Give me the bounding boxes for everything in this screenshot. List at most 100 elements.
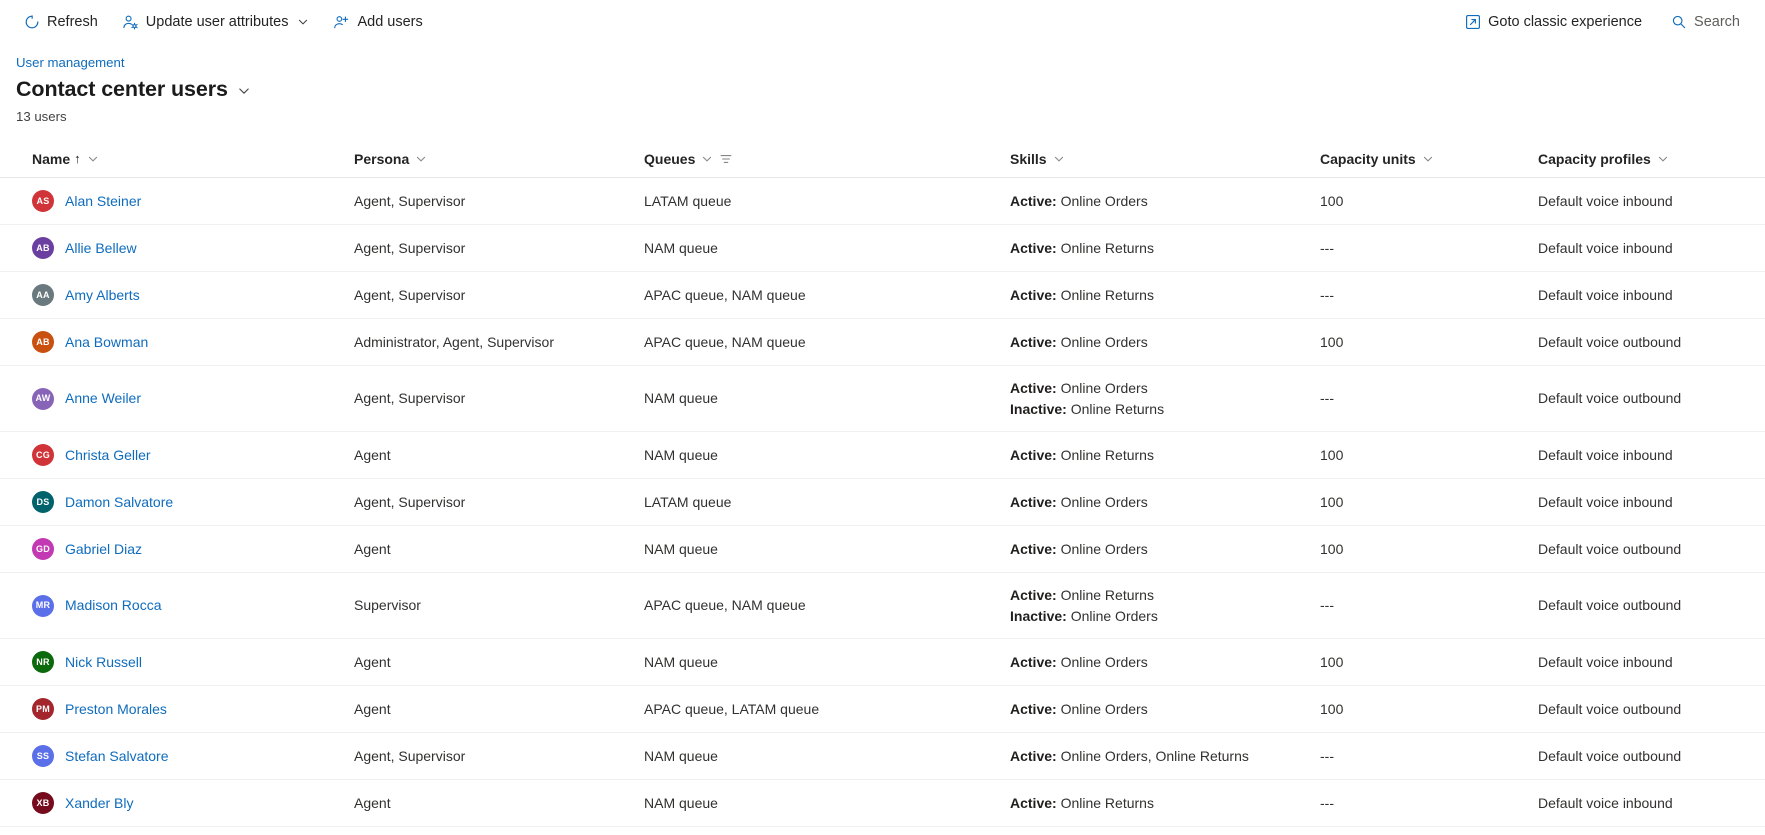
cell-capacity-units: 100 [1320,319,1538,365]
capacity-profiles-value: Default voice inbound [1538,493,1673,510]
cell-queues: NAM queue [644,366,1010,431]
cell-persona: Agent [354,526,644,572]
avatar: AA [32,284,54,306]
persona-value: Agent [354,653,391,670]
table-row[interactable]: SS Stefan Salvatore Agent, Supervisor NAM q… [0,733,1765,780]
queues-value: NAM queue [644,239,718,256]
queues-value: LATAM queue [644,493,732,510]
skill-line: Active: Online Returns [1010,286,1154,305]
cell-persona: Agent [354,780,644,826]
skill-line: Active: Online Returns [1010,586,1158,605]
table-row[interactable]: NR Nick Russell Agent NAM queue Active: Onli… [0,639,1765,686]
user-name-link[interactable]: Amy Alberts [65,286,140,305]
column-header-skills-label: Skills [1010,150,1047,167]
column-header-capacity-units[interactable]: Capacity units [1320,151,1538,167]
user-name-link[interactable]: Allie Bellew [65,239,137,258]
user-name-link[interactable]: Alan Steiner [65,192,141,211]
avatar: AW [32,387,54,410]
avatar: CG [32,444,54,466]
table-row[interactable]: MR Madison Rocca Supervisor APAC queue, NAM… [0,573,1765,639]
persona-value: Agent [354,794,391,811]
user-name-link[interactable]: Damon Salvatore [65,493,173,512]
cell-queues: NAM queue [644,733,1010,779]
cell-skills: Active: Online Orders, Online Returns [1010,733,1320,779]
table-row[interactable]: XB Xander Bly Agent NAM queue Active: Online… [0,780,1765,827]
column-header-queues[interactable]: Queues [644,151,1010,167]
table-row[interactable]: AB Ana Bowman Administrator, Agent, Superv… [0,319,1765,366]
capacity-profiles-value: Default voice outbound [1538,597,1682,613]
column-header-name[interactable]: Name ↑ [32,151,354,167]
table-row[interactable]: AA Amy Alberts Agent, Supervisor APAC queue… [0,272,1765,319]
add-users-button[interactable]: Add users [324,6,431,38]
update-user-attributes-button[interactable]: Update user attributes [113,6,319,38]
skills-block: Active: Online Orders [1010,192,1148,211]
table-row[interactable]: DS Damon Salvatore Agent, Supervisor LATAM … [0,479,1765,526]
user-name-link[interactable]: Xander Bly [65,794,133,813]
chevron-down-icon[interactable] [297,16,309,28]
title-chevron-down-icon[interactable] [237,80,251,98]
table-row[interactable]: AB Allie Bellew Agent, Supervisor NAM queue… [0,225,1765,272]
chevron-down-icon[interactable] [87,153,99,165]
column-header-skills[interactable]: Skills [1010,151,1320,167]
goto-classic-experience-button[interactable]: Goto classic experience [1455,6,1651,38]
avatar: NR [32,651,54,673]
cell-capacity-profiles: Default voice outbound [1538,319,1765,365]
user-name-link[interactable]: Madison Rocca [65,596,162,615]
users-table: Name ↑ Persona Queues Skills Capacity un… [0,140,1765,827]
column-header-persona[interactable]: Persona [354,151,644,167]
user-name-link[interactable]: Nick Russell [65,653,142,672]
capacity-profiles-value: Default voice inbound [1538,239,1673,256]
chevron-down-icon[interactable] [1053,153,1065,165]
skills-block: Active: Online Returns [1010,794,1154,813]
column-header-capacity-units-label: Capacity units [1320,150,1416,167]
capacity-profiles-value: Default voice outbound [1538,540,1682,557]
table-row[interactable]: AS Alan Steiner Agent, Supervisor LATAM que… [0,178,1765,225]
table-row[interactable]: CG Christa Geller Agent NAM queue Active: On… [0,432,1765,479]
skill-value: Online Orders [1060,493,1148,510]
cell-name: AW Anne Weiler [32,366,354,431]
user-name-link[interactable]: Christa Geller [65,446,151,465]
cell-persona: Agent, Supervisor [354,479,644,525]
cell-skills: Active: Online Returns [1010,432,1320,478]
breadcrumb[interactable]: User management [16,54,124,72]
chevron-down-icon[interactable] [1657,153,1669,165]
skill-state: Active: [1010,540,1057,557]
skill-value: Online Orders [1060,379,1148,396]
cell-queues: LATAM queue [644,479,1010,525]
user-settings-icon [122,14,139,31]
avatar: XB [32,792,54,814]
skill-line: Active: Online Orders [1010,540,1148,559]
cell-name: AB Ana Bowman [32,319,354,365]
column-header-capacity-profiles[interactable]: Capacity profiles [1538,151,1765,167]
column-header-name-label: Name [32,150,71,167]
table-row[interactable]: AW Anne Weiler Agent, Supervisor NAM queue A… [0,366,1765,432]
table-row[interactable]: PM Preston Morales Agent APAC queue, LATAM … [0,686,1765,733]
open-external-icon [1464,14,1481,31]
table-row[interactable]: GD Gabriel Diaz Agent NAM queue Active: Onli… [0,526,1765,573]
skill-line: Active: Online Returns [1010,446,1154,465]
user-name-link[interactable]: Anne Weiler [65,389,141,408]
chevron-down-icon[interactable] [1422,153,1434,165]
user-name-link[interactable]: Preston Morales [65,700,167,719]
skill-state: Active: [1010,239,1057,256]
user-name-link[interactable]: Stefan Salvatore [65,747,169,766]
cell-skills: Active: Online Orders [1010,178,1320,224]
filter-icon[interactable] [719,152,733,166]
queues-value: NAM queue [644,446,718,463]
chevron-down-icon[interactable] [701,153,713,165]
user-name-link[interactable]: Ana Bowman [65,333,148,352]
cell-queues: APAC queue, NAM queue [644,319,1010,365]
cell-skills: Active: Online Orders [1010,479,1320,525]
chevron-down-icon[interactable] [415,153,427,165]
persona-value: Agent, Supervisor [354,192,466,209]
queues-value: APAC queue, NAM queue [644,333,806,350]
search-label: Search [1694,14,1740,30]
user-name-link[interactable]: Gabriel Diaz [65,540,142,559]
refresh-button[interactable]: Refresh [14,6,107,38]
skill-value: Online Returns [1060,586,1154,603]
cell-queues: NAM queue [644,526,1010,572]
skill-value: Online Returns [1060,286,1154,303]
cell-skills: Active: Online Orders Inactive: Online Re… [1010,366,1320,431]
cell-capacity-profiles: Default voice inbound [1538,225,1765,271]
search-button[interactable]: Search [1661,6,1749,38]
